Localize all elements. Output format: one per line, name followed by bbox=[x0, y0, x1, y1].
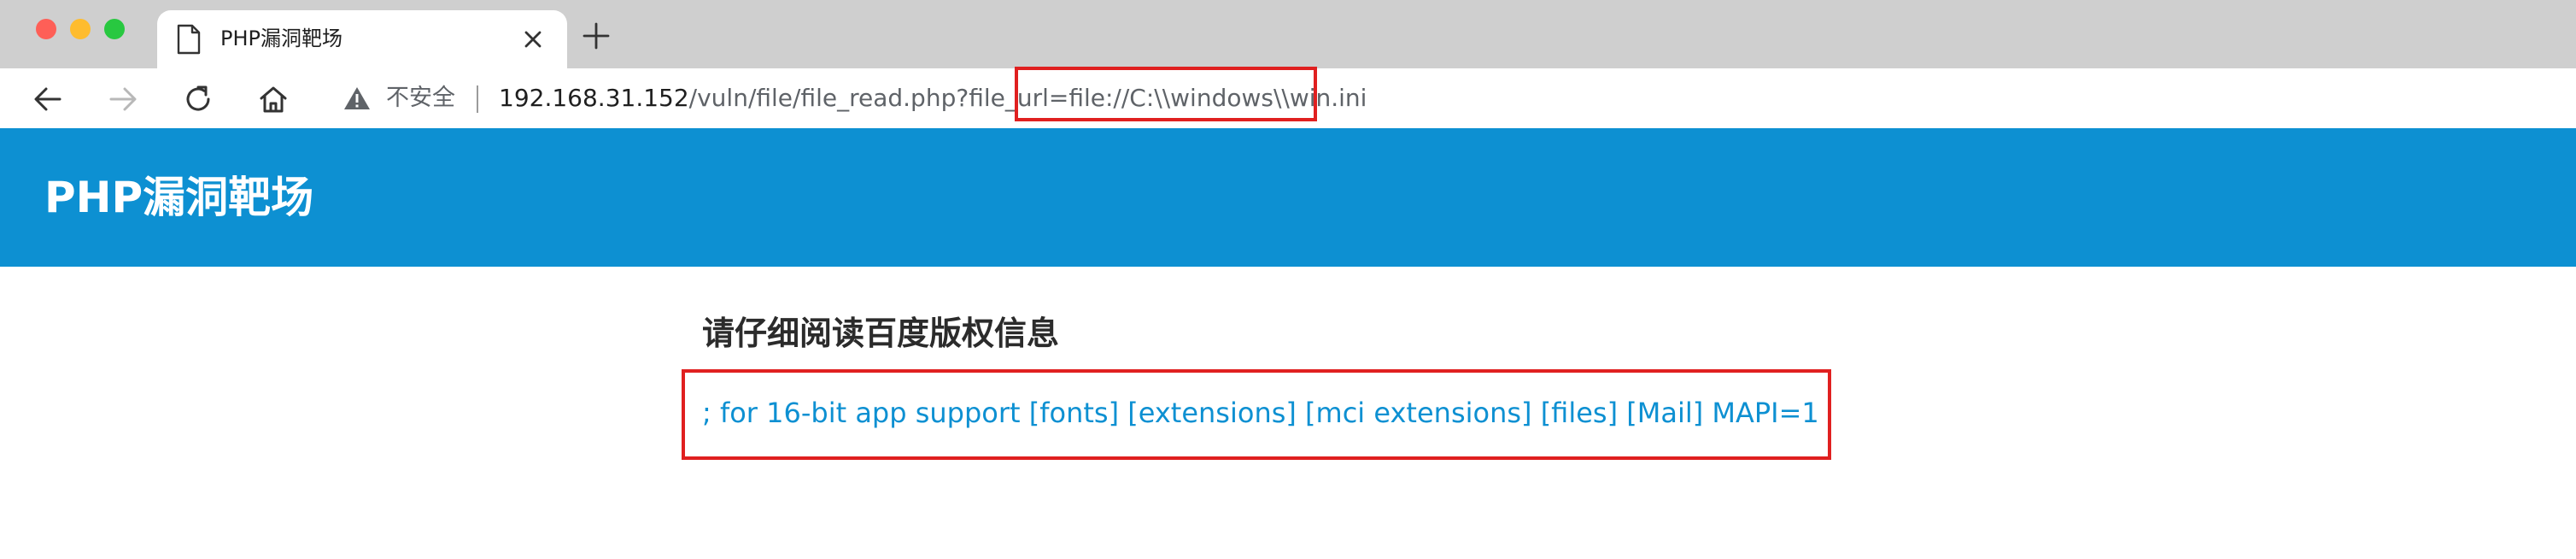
url-parameter-highlight bbox=[1015, 67, 1317, 121]
tab-title: PHP漏洞靶场 bbox=[220, 26, 342, 50]
arrow-left-icon[interactable] bbox=[29, 80, 67, 118]
close-icon[interactable] bbox=[516, 22, 550, 56]
security-status-label[interactable]: 不安全 bbox=[386, 82, 455, 115]
document-icon bbox=[177, 24, 201, 55]
tab-php-range[interactable]: PHP漏洞靶场 bbox=[157, 10, 567, 68]
page-heading: 请仔细阅读百度版权信息 bbox=[702, 315, 1060, 352]
plus-icon[interactable] bbox=[577, 17, 615, 55]
home-icon[interactable] bbox=[255, 80, 292, 118]
close-window-button[interactable] bbox=[36, 19, 56, 39]
url-host: 192.168.31.152 bbox=[499, 84, 689, 112]
address-divider bbox=[477, 85, 478, 113]
site-header: PHP漏洞靶场 bbox=[0, 128, 2576, 267]
browser-window: PHP漏洞靶场 不安全 192.168.31.152/vuln/file/fil… bbox=[0, 0, 2576, 129]
warning-triangle-icon[interactable] bbox=[343, 85, 371, 111]
minimize-window-button[interactable] bbox=[70, 19, 91, 39]
maximize-window-button[interactable] bbox=[104, 19, 125, 39]
file-output-text: ; for 16-bit app support [fonts] [extens… bbox=[702, 397, 1819, 429]
address-bar[interactable]: 不安全 192.168.31.152/vuln/file/file_read.p… bbox=[326, 72, 2576, 125]
reload-icon[interactable] bbox=[179, 80, 217, 118]
tab-strip: PHP漏洞靶场 bbox=[0, 0, 2576, 68]
arrow-right-icon[interactable] bbox=[104, 80, 142, 118]
site-title: PHP漏洞靶场 bbox=[44, 173, 314, 222]
